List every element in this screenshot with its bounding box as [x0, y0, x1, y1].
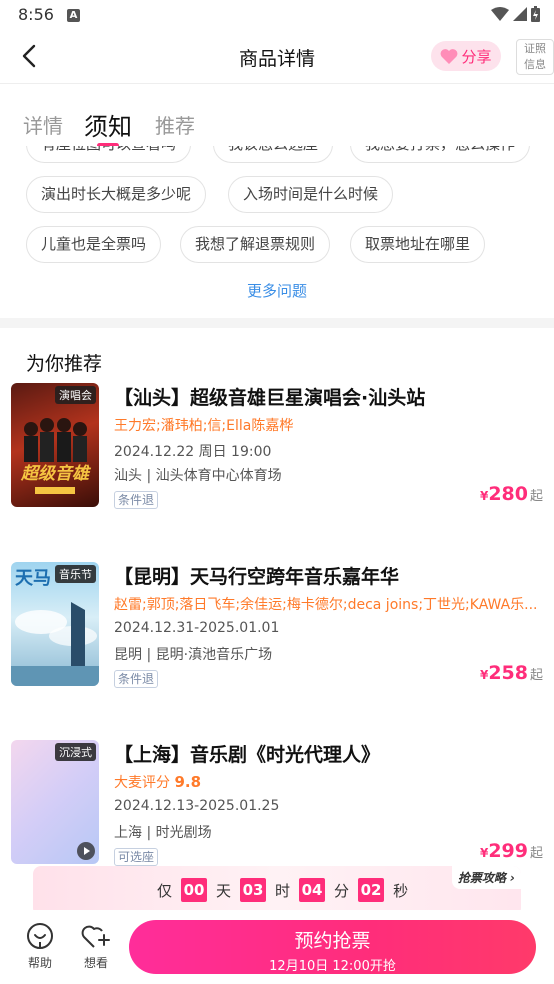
wifi-icon: [491, 7, 509, 21]
tab-notice[interactable]: 须知: [84, 107, 132, 142]
event-poster-image: 沉浸式: [11, 740, 99, 864]
price-value: 280: [488, 483, 528, 505]
seat-badge: 可选座: [114, 848, 159, 866]
countdown-hours: 03: [240, 878, 267, 902]
faq-chip[interactable]: 儿童也是全票吗: [26, 226, 162, 263]
tab-recommend[interactable]: 推荐: [155, 110, 195, 139]
event-price: ¥299 起: [480, 840, 543, 862]
category-tag: 沉浸式: [55, 743, 96, 761]
price-suffix: 起: [529, 846, 543, 861]
event-date: 2024.12.22 周日 19:00: [114, 444, 272, 460]
event-artists: 王力宏;潘玮柏;信;Ella陈嘉桦: [114, 418, 294, 434]
price-value: 299: [488, 840, 528, 862]
recommend-card[interactable]: 沉浸式 【上海】音乐剧《时光代理人》 大麦评分 9.8 2024.12.13-2…: [0, 740, 554, 880]
countdown-seconds-label: 秒: [393, 881, 409, 900]
event-date: 2024.12.13-2025.01.25: [114, 798, 280, 814]
chevron-right-icon: ›: [510, 871, 515, 885]
svg-text:天马: 天马: [15, 568, 51, 589]
recommend-section-title: 为你推荐: [26, 353, 103, 375]
event-rating: 大麦评分 9.8: [114, 772, 544, 792]
svg-text:超级音雄: 超级音雄: [20, 464, 92, 484]
section-divider: [0, 318, 554, 328]
share-button[interactable]: 分享: [431, 41, 501, 71]
notification-a-icon: A: [67, 9, 80, 22]
event-title: 【汕头】超级音雄巨星演唱会·汕头站: [114, 387, 426, 409]
event-date: 2024.12.31-2025.01.01: [114, 620, 280, 636]
price-value: 258: [488, 662, 528, 684]
countdown-minutes: 04: [299, 878, 326, 902]
reserve-ticket-button[interactable]: 预约抢票 12月10日 12:00开抢: [129, 920, 536, 974]
cta-sub-label: 12月10日 12:00开抢: [269, 959, 396, 974]
status-time: 8:56: [18, 5, 54, 24]
tab-bar: 详情 须知 推荐: [0, 84, 554, 148]
faq-chip[interactable]: 我想要打票，怎么操作: [350, 146, 531, 163]
event-poster-image: 天马 音乐节: [11, 562, 99, 686]
event-title: 【昆明】天马行空跨年音乐嘉年华: [114, 566, 400, 588]
recommend-card[interactable]: 超级音雄 演唱会 【汕头】超级音雄巨星演唱会·汕头站 王力宏;潘玮柏;信;Ell…: [0, 383, 554, 523]
faq-chip[interactable]: 演出时长大概是多少呢: [26, 176, 207, 213]
event-price: ¥258 起: [480, 662, 543, 684]
faq-section: 有座位图可以查看吗 我该怎么选座 我想要打票，怎么操作 演出时长大概是多少呢 入…: [0, 146, 554, 318]
help-label: 帮助: [27, 956, 52, 970]
countdown-minutes-label: 分: [334, 881, 350, 900]
refund-badge: 条件退: [114, 670, 159, 688]
countdown-banner: 仅 00 天 03 时 04 分 02 秒 抢票攻略 ›: [33, 866, 521, 916]
help-button[interactable]: 帮助: [20, 922, 60, 971]
cert-label-line1: 证照: [524, 42, 546, 55]
price-suffix: 起: [529, 489, 543, 504]
cta-main-label: 预约抢票: [294, 930, 371, 952]
event-venue: 上海 | 时光剧场: [114, 825, 212, 841]
signal-icon: [513, 7, 527, 21]
share-label: 分享: [461, 47, 492, 66]
countdown-days-label: 天: [216, 881, 232, 900]
recommend-card[interactable]: 天马 音乐节 【昆明】天马行空跨年音乐嘉年华 赵雷;郭顶;落日飞车;余佳运;梅卡…: [0, 562, 554, 702]
faq-chip[interactable]: 我想了解退票规则: [180, 226, 331, 263]
faq-chip[interactable]: 取票地址在哪里: [350, 226, 486, 263]
event-artists: 赵雷;郭顶;落日飞车;余佳运;梅卡德尔;deca joins;丁世光;KAWA乐…: [114, 597, 538, 613]
event-price: ¥280 起: [480, 483, 543, 505]
status-icons: [491, 6, 540, 22]
strategy-label: 抢票攻略: [457, 871, 506, 885]
refund-badge: 条件退: [114, 491, 159, 509]
faq-chip[interactable]: 入场时间是什么时候: [228, 176, 394, 213]
countdown-prefix: 仅: [157, 881, 173, 900]
more-questions-link[interactable]: 更多问题: [0, 280, 554, 301]
play-icon[interactable]: [76, 841, 96, 861]
countdown-seconds: 02: [358, 878, 385, 902]
rating-value: 9.8: [174, 773, 202, 791]
event-venue: 昆明 | 昆明·滇池音乐广场: [114, 647, 273, 663]
bottom-action-bar: 帮助 想看 预约抢票 12月10日 12:00开抢: [0, 910, 554, 984]
nav-bar: 商品详情 分享 证照 信息: [0, 30, 554, 84]
heart-icon: [441, 49, 458, 64]
event-poster-image: 超级音雄 演唱会: [11, 383, 99, 507]
category-tag: 演唱会: [55, 386, 96, 404]
price-suffix: 起: [529, 668, 543, 683]
event-venue: 汕头 | 汕头体育中心体育场: [114, 468, 282, 484]
faq-chip[interactable]: 我该怎么选座: [213, 146, 334, 163]
heart-plus-icon: [81, 925, 110, 948]
countdown-days: 00: [181, 878, 208, 902]
want-label: 想看: [83, 956, 108, 970]
countdown-hours-label: 时: [275, 881, 291, 900]
ticket-strategy-link[interactable]: 抢票攻略 ›: [451, 866, 521, 889]
want-to-see-button[interactable]: 想看: [76, 922, 116, 971]
battery-icon: [531, 6, 540, 22]
tab-details[interactable]: 详情: [23, 110, 63, 139]
rating-label: 大麦评分: [114, 775, 170, 791]
license-info-button[interactable]: 证照 信息: [516, 39, 554, 75]
countdown-row: 仅 00 天 03 时 04 分 02 秒: [157, 878, 408, 902]
faq-chip[interactable]: 有座位图可以查看吗: [26, 146, 192, 163]
category-tag: 音乐节: [55, 565, 96, 583]
cert-label-line2: 信息: [524, 58, 546, 71]
help-smile-icon: [27, 923, 53, 949]
status-bar: 8:56 A: [0, 0, 554, 30]
event-title: 【上海】音乐剧《时光代理人》: [114, 744, 381, 766]
